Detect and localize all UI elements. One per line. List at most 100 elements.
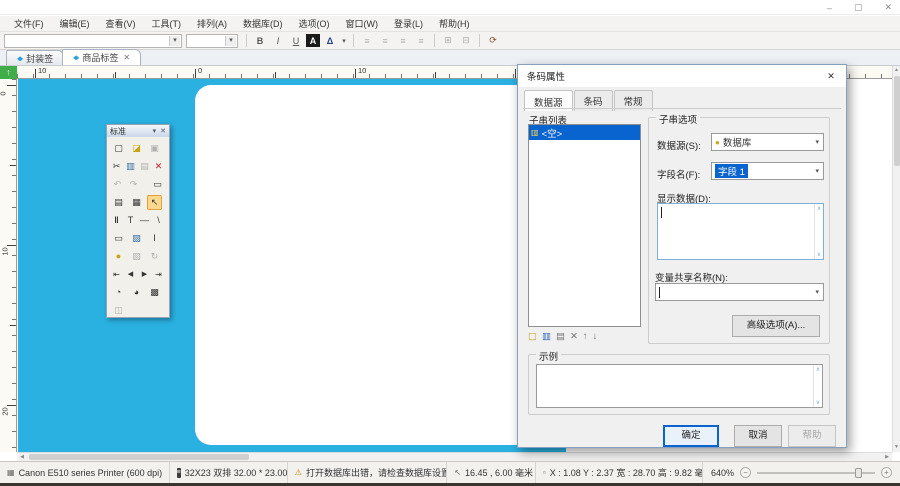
redo-icon[interactable]: ↷ [127,177,140,192]
palette-titlebar[interactable]: 标准 ▾ ✕ [107,125,169,137]
scroll-down-icon[interactable]: ▼ [893,443,900,452]
align-left-button[interactable]: ≡ [359,33,375,48]
move-up-icon[interactable]: ↑ [583,331,588,342]
delete-icon[interactable]: ✕ [153,159,164,174]
database-error-status[interactable]: ⚠ 打开数据库出错，请检查数据库设置！ [288,462,448,483]
font-size-combo[interactable]: ▾ [186,34,238,48]
underline-button[interactable]: U [288,33,304,48]
line-tool-icon[interactable]: — [139,213,150,228]
menu-edit[interactable]: 编辑(E) [52,17,98,30]
font-color-button[interactable]: Δ [322,33,338,48]
window-minimize-button[interactable]: – [827,3,832,13]
menu-view[interactable]: 查看(V) [98,17,144,30]
prev-record-icon[interactable]: ◀ [125,267,136,282]
data-source-combo[interactable]: ● 数据库 ▾ [711,133,824,151]
zoom-out-icon[interactable]: ◔ [111,285,126,300]
page-setup-icon[interactable]: ▭ [151,177,164,192]
scroll-up-icon[interactable]: ∧ [816,366,820,373]
printer-status[interactable]: ▦ Canon E510 series Printer (600 dpi) [0,462,170,483]
copy-icon[interactable]: ▥ [125,159,136,174]
menu-window[interactable]: 窗口(W) [338,17,387,30]
horizontal-scroll-thumb[interactable] [29,454,249,460]
window-maximize-button[interactable]: ▢ [854,2,863,13]
font-background-button[interactable]: A [306,34,320,47]
textarea-scrollbar[interactable]: ∧ ∨ [813,365,822,407]
zoom-out-button[interactable]: − [740,467,751,478]
tab-close-icon[interactable]: ✕ [123,53,130,62]
pointer-tool-icon[interactable]: ↖ [147,195,162,210]
zoom-in-icon[interactable]: ◕ [129,285,144,300]
textarea-scrollbar[interactable]: ∧ ∨ [814,204,823,259]
dialog-close-button[interactable]: ✕ [816,65,846,87]
menu-database[interactable]: 数据库(D) [235,17,291,30]
barcode-tool-icon[interactable]: ‖ [111,213,122,228]
next-record-icon[interactable]: ▶ [139,267,150,282]
last-record-icon[interactable]: ⇥ [153,267,164,282]
dialog-titlebar[interactable]: 条码属性 [518,65,846,87]
rect-tool-icon[interactable]: ▭ [111,231,126,246]
font-color-dropdown-icon[interactable]: ▾ [340,33,348,48]
vertical-scroll-thumb[interactable] [894,76,900,166]
first-record-icon[interactable]: ⇤ [111,267,122,282]
align-justify-button[interactable]: ≡ [413,33,429,48]
palette-close-icon[interactable]: ✕ [160,127,166,135]
menu-login[interactable]: 登录(L) [386,17,431,30]
tab-package-label[interactable]: ◆ 封装签 [6,50,64,65]
zoom-fit-icon[interactable]: ▩ [147,285,162,300]
menu-help[interactable]: 帮助(H) [431,17,478,30]
chevron-down-icon[interactable]: ▾ [815,167,819,175]
barcode-space-button[interactable]: ⊟ [458,33,474,48]
paste-substring-icon[interactable]: ▤ [556,331,565,342]
advanced-options-button[interactable]: 高级选项(A)... [732,315,820,337]
ok-button[interactable]: 确定 [663,425,719,447]
barcode-ratio-button[interactable]: ⊞ [440,33,456,48]
chevron-down-icon[interactable]: ▾ [169,36,180,46]
label-spec-status[interactable]: ≡ 32X23 双排 32.00 * 23.00 毫米 [170,462,288,483]
delete-substring-icon[interactable]: ✕ [570,331,578,342]
bold-button[interactable]: B [252,33,268,48]
sample-textarea[interactable]: ∧ ∨ [536,364,823,408]
save-icon[interactable]: ▣ [147,141,162,156]
list-item[interactable]: ▥ <空> [529,125,640,140]
scroll-up-icon[interactable]: ∧ [817,205,821,212]
chevron-down-icon[interactable]: ▾ [815,138,819,146]
cancel-button[interactable]: 取消 [734,425,782,447]
substring-listbox[interactable]: ▥ <空> [528,124,641,327]
database-icon[interactable]: ● [111,249,126,264]
move-down-icon[interactable]: ↓ [593,331,598,342]
italic-button[interactable]: I [270,33,286,48]
db-refresh-icon[interactable]: ↻ [147,249,162,264]
tab-product-label[interactable]: ◆ 商品标签 ✕ [62,49,141,65]
menu-file[interactable]: 文件(F) [6,17,52,30]
text-cursor-tool-icon[interactable]: I [147,231,162,246]
horizontal-scrollbar[interactable]: ◀ ▶ [17,452,892,461]
font-family-combo[interactable]: ▾ [4,34,182,48]
copy-substring-icon[interactable]: ▥ [542,331,551,342]
undo-icon[interactable]: ↶ [111,177,124,192]
ruler-origin-button[interactable]: ↑ [0,66,17,79]
menu-tools[interactable]: 工具(T) [144,17,190,30]
scroll-down-icon[interactable]: ∨ [817,251,821,258]
label-page[interactable] [195,85,565,445]
align-right-button[interactable]: ≡ [395,33,411,48]
vertical-scrollbar[interactable]: ▲ ▼ [892,66,900,452]
new-icon[interactable]: ▢ [111,141,126,156]
menu-arrange[interactable]: 排列(A) [189,17,235,30]
print-icon[interactable]: ▦ [129,195,144,210]
open-icon[interactable]: ◪ [129,141,144,156]
diagonal-line-tool-icon[interactable]: \ [153,213,164,228]
print-preview-icon[interactable]: ▤ [111,195,126,210]
db-import-icon[interactable]: ▧ [129,249,144,264]
display-data-textarea[interactable]: ∧ ∨ [657,203,824,260]
zoom-in-button[interactable]: + [881,467,892,478]
paste-icon[interactable]: ▤ [139,159,150,174]
align-center-button[interactable]: ≡ [377,33,393,48]
share-name-combo[interactable]: ▾ [655,283,824,301]
extra-tool-icon[interactable]: ◫ [111,303,126,318]
palette-collapse-icon[interactable]: ▾ [153,127,157,135]
field-name-combo[interactable]: 字段 1 ▾ [711,162,824,180]
menu-options[interactable]: 选项(O) [291,17,338,30]
chevron-down-icon[interactable]: ▾ [815,288,819,296]
chevron-down-icon[interactable]: ▾ [225,36,236,46]
scroll-up-icon[interactable]: ▲ [893,66,900,75]
